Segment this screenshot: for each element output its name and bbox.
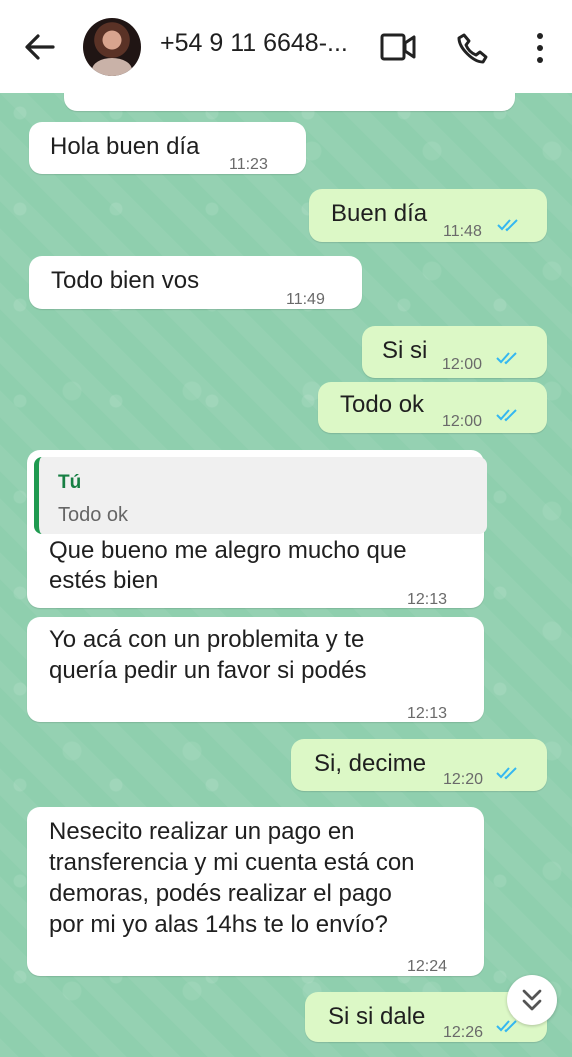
message-bubble-4[interactable]: Si si 12:00 <box>362 326 547 378</box>
message-line: quería pedir un favor si podés <box>49 657 367 684</box>
message-line: Que bueno me alegro mucho que <box>49 537 407 564</box>
message-time: 12:00 <box>442 356 483 373</box>
message-bubble-5[interactable]: Todo ok 12:00 <box>318 382 547 433</box>
read-ticks-icon <box>496 767 517 780</box>
message-text: Todo ok <box>340 391 425 418</box>
message-line: estés bien <box>49 567 159 594</box>
reply-quote[interactable]: Tú Todo ok <box>34 457 487 534</box>
message-line: demoras, podés realizar el pago <box>49 880 392 907</box>
more-vertical-icon[interactable] <box>528 31 552 65</box>
reply-text: Todo ok <box>58 504 129 526</box>
read-ticks-icon <box>496 352 517 365</box>
message-text: Todo bien vos <box>51 267 200 294</box>
message-text: Hola buen día <box>50 133 200 160</box>
message-time: 11:48 <box>443 223 482 240</box>
message-text: Buen día <box>331 200 428 227</box>
read-ticks-icon <box>497 219 518 232</box>
message-text: Si si <box>382 337 428 364</box>
message-time: 11:49 <box>286 291 325 308</box>
read-ticks-icon <box>496 409 517 422</box>
message-line: transferencia y mi cuenta está con <box>49 849 415 876</box>
partial-incoming-message <box>64 93 515 111</box>
message-bubble-9[interactable]: Nesecito realizar un pago en transferenc… <box>27 807 484 976</box>
message-bubble-2[interactable]: Buen día 11:48 <box>309 189 547 242</box>
message-bubble-6[interactable]: Tú Todo ok Que bueno me alegro mucho que… <box>27 450 487 608</box>
chevrons-down-icon <box>522 989 542 1011</box>
message-time: 11:23 <box>229 156 268 173</box>
voice-call-icon[interactable] <box>456 31 490 65</box>
scroll-to-bottom-button[interactable] <box>507 975 557 1025</box>
message-time: 12:13 <box>407 705 448 722</box>
message-text: Si, decime <box>314 750 427 777</box>
message-line: Yo acá con un problemita y te <box>49 626 365 653</box>
message-time: 12:24 <box>407 958 448 975</box>
contact-name[interactable]: +54 9 11 6648-... <box>160 29 365 58</box>
arrow-left-icon[interactable] <box>22 30 56 64</box>
message-time: 12:13 <box>407 591 448 608</box>
message-time: 12:20 <box>443 771 484 788</box>
message-bubble-1[interactable]: Hola buen día 11:23 <box>29 122 306 174</box>
message-list[interactable]: Hola buen día 11:23 Buen día 11:48 Todo … <box>0 93 572 1057</box>
message-time: 12:00 <box>442 413 483 430</box>
message-bubble-8[interactable]: Si, decime 12:20 <box>291 739 547 791</box>
chat-header: +54 9 11 6648-... <box>0 0 572 93</box>
blurred-emoji <box>203 262 261 302</box>
message-time: 12:26 <box>443 1024 484 1041</box>
contact-avatar[interactable] <box>83 18 141 76</box>
message-bubble-7[interactable]: Yo acá con un problemita y te quería ped… <box>27 617 484 722</box>
message-text: Si si dale <box>328 1003 426 1030</box>
video-call-icon[interactable] <box>379 31 417 63</box>
message-line: Nesecito realizar un pago en <box>49 818 355 845</box>
message-bubble-3[interactable]: Todo bien vos 11:49 <box>29 256 362 309</box>
message-line: por mi yo alas 14hs te lo envío? <box>49 911 388 938</box>
reply-author: Tú <box>58 472 82 493</box>
